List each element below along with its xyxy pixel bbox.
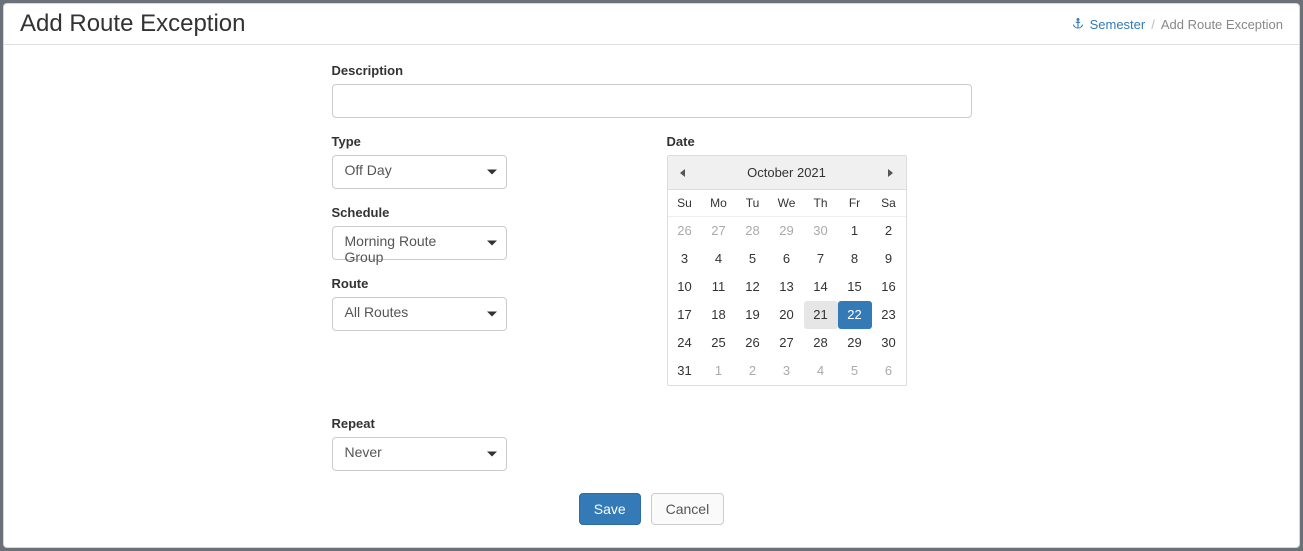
calendar-day[interactable]: 1: [838, 217, 872, 245]
chevron-right-icon: [888, 169, 893, 177]
save-button[interactable]: Save: [579, 493, 641, 525]
calendar-day[interactable]: 19: [736, 301, 770, 329]
date-label: Date: [667, 134, 972, 149]
calendar-day[interactable]: 26: [668, 217, 702, 245]
calendar-day[interactable]: 7: [804, 245, 838, 273]
calendar-day[interactable]: 28: [804, 329, 838, 357]
calendar-day[interactable]: 9: [872, 245, 906, 273]
calendar-day[interactable]: 17: [668, 301, 702, 329]
breadcrumb-separator: /: [1151, 17, 1155, 32]
calendar-day[interactable]: 29: [770, 217, 804, 245]
calendar-day[interactable]: 15: [838, 273, 872, 301]
calendar-prev-button[interactable]: [668, 156, 698, 190]
calendar-day[interactable]: 20: [770, 301, 804, 329]
calendar-day[interactable]: 27: [770, 329, 804, 357]
calendar-day[interactable]: 1: [702, 357, 736, 385]
calendar-dow: Th: [804, 190, 838, 217]
calendar-dow: Mo: [702, 190, 736, 217]
route-select[interactable]: All Routes: [332, 297, 507, 331]
calendar-day[interactable]: 24: [668, 329, 702, 357]
calendar-dow: Sa: [872, 190, 906, 217]
calendar-day[interactable]: 8: [838, 245, 872, 273]
calendar-day[interactable]: 27: [702, 217, 736, 245]
description-label: Description: [332, 63, 972, 78]
calendar-day[interactable]: 6: [872, 357, 906, 385]
calendar-dow: Su: [668, 190, 702, 217]
anchor-icon: [1072, 18, 1084, 30]
repeat-label: Repeat: [332, 416, 972, 431]
calendar-day[interactable]: 22: [838, 301, 872, 329]
calendar-day[interactable]: 6: [770, 245, 804, 273]
calendar-day[interactable]: 26: [736, 329, 770, 357]
calendar-day[interactable]: 2: [872, 217, 906, 245]
breadcrumb-current: Add Route Exception: [1161, 17, 1283, 32]
cancel-button[interactable]: Cancel: [651, 493, 725, 525]
description-input[interactable]: [332, 84, 972, 118]
calendar-day[interactable]: 11: [702, 273, 736, 301]
calendar-day[interactable]: 23: [872, 301, 906, 329]
calendar-day[interactable]: 25: [702, 329, 736, 357]
breadcrumb: Semester / Add Route Exception: [1072, 17, 1283, 32]
calendar-day[interactable]: 30: [872, 329, 906, 357]
calendar-day[interactable]: 12: [736, 273, 770, 301]
page-title: Add Route Exception: [20, 10, 245, 38]
schedule-value: Morning Route Group: [332, 226, 507, 260]
calendar-day[interactable]: 29: [838, 329, 872, 357]
calendar-day[interactable]: 4: [702, 245, 736, 273]
calendar-dow: We: [770, 190, 804, 217]
breadcrumb-link-semester[interactable]: Semester: [1090, 17, 1146, 32]
calendar-day[interactable]: 18: [702, 301, 736, 329]
calendar-month-title: October 2021: [698, 165, 876, 180]
calendar-day[interactable]: 31: [668, 357, 702, 385]
route-value: All Routes: [332, 297, 507, 331]
calendar-next-button[interactable]: [876, 156, 906, 190]
schedule-select[interactable]: Morning Route Group: [332, 226, 507, 260]
repeat-select[interactable]: Never: [332, 437, 507, 471]
calendar-day[interactable]: 14: [804, 273, 838, 301]
calendar-dow: Tu: [736, 190, 770, 217]
calendar-day[interactable]: 4: [804, 357, 838, 385]
chevron-left-icon: [680, 169, 685, 177]
calendar-day[interactable]: 2: [736, 357, 770, 385]
calendar-day[interactable]: 10: [668, 273, 702, 301]
calendar-day[interactable]: 16: [872, 273, 906, 301]
calendar-day[interactable]: 13: [770, 273, 804, 301]
type-value: Off Day: [332, 155, 507, 189]
repeat-value: Never: [332, 437, 507, 471]
calendar-day[interactable]: 3: [668, 245, 702, 273]
calendar-day[interactable]: 30: [804, 217, 838, 245]
calendar-dow: Fr: [838, 190, 872, 217]
calendar-day[interactable]: 3: [770, 357, 804, 385]
calendar-day[interactable]: 28: [736, 217, 770, 245]
route-label: Route: [332, 276, 507, 291]
calendar-day[interactable]: 5: [736, 245, 770, 273]
type-label: Type: [332, 134, 507, 149]
type-select[interactable]: Off Day: [332, 155, 507, 189]
calendar-day[interactable]: 5: [838, 357, 872, 385]
schedule-label: Schedule: [332, 205, 507, 220]
calendar: October 2021 SuMoTuWeThFrSa 262728293012…: [667, 155, 907, 386]
calendar-day[interactable]: 21: [804, 301, 838, 329]
